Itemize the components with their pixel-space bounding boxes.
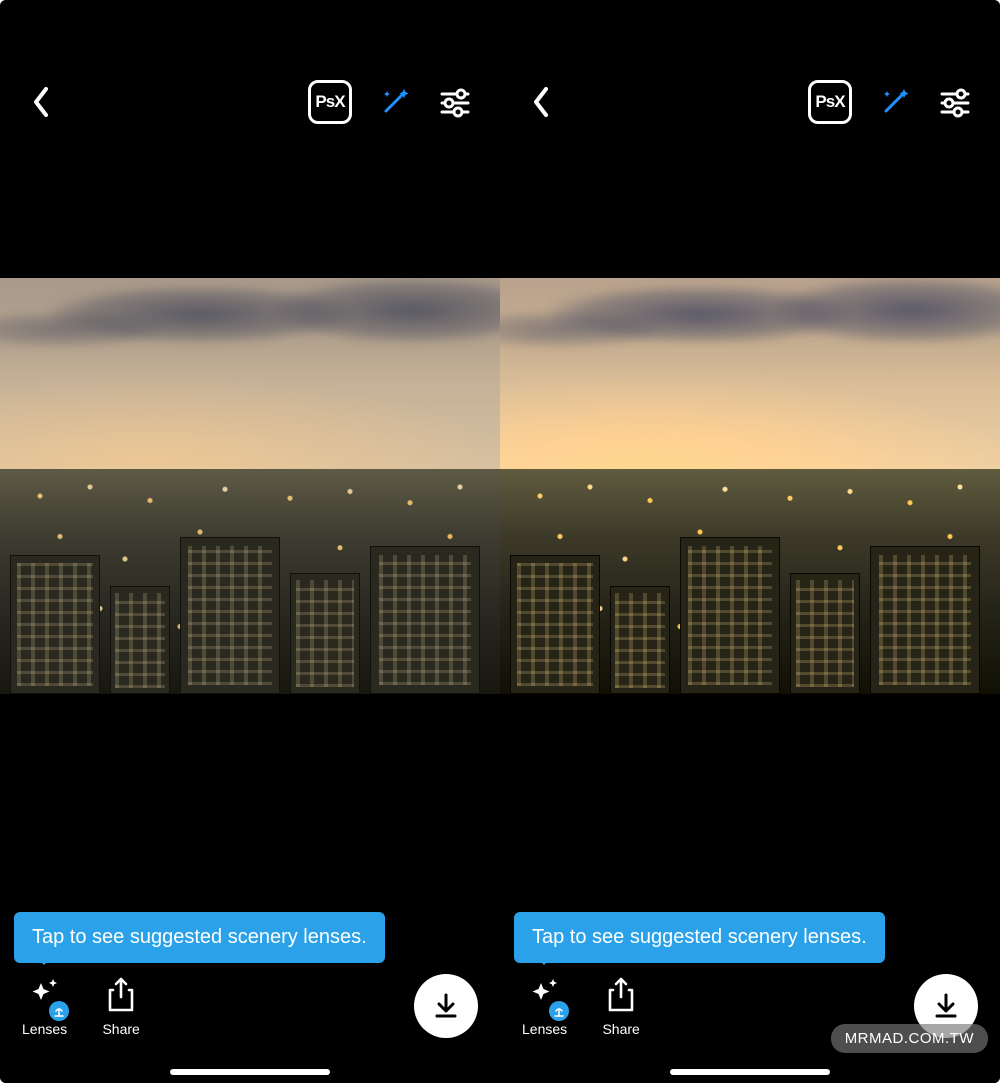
share-icon [105, 977, 137, 1013]
topbar: PsX [500, 70, 1000, 134]
topbar: PsX [0, 70, 500, 134]
photo-preview[interactable] [0, 278, 500, 694]
home-indicator[interactable] [170, 1069, 330, 1075]
tooltip-text: Tap to see suggested scenery lenses. [32, 926, 367, 948]
top-tools: PsX [308, 80, 472, 124]
bottom-bar: Lenses Share [0, 963, 500, 1049]
back-button[interactable] [528, 89, 554, 115]
scenery-badge-icon [49, 1001, 69, 1021]
psx-label: PsX [315, 92, 344, 112]
back-button[interactable] [28, 89, 54, 115]
tooltip-text: Tap to see suggested scenery lenses. [532, 926, 867, 948]
top-tools: PsX [808, 80, 972, 124]
scenery-badge-icon [549, 1001, 569, 1021]
sliders-icon[interactable] [438, 85, 472, 119]
share-icon [605, 977, 637, 1013]
sliders-icon[interactable] [938, 85, 972, 119]
download-button[interactable] [414, 974, 478, 1038]
lenses-button[interactable]: Lenses [22, 975, 67, 1037]
lenses-button[interactable]: Lenses [522, 975, 567, 1037]
suggestion-tooltip[interactable]: Tap to see suggested scenery lenses. [14, 912, 385, 963]
download-icon [932, 992, 960, 1020]
download-icon [432, 992, 460, 1020]
lenses-label: Lenses [522, 1021, 567, 1037]
share-label: Share [602, 1021, 639, 1037]
share-button[interactable]: Share [601, 975, 641, 1037]
magic-wand-icon[interactable] [878, 85, 912, 119]
share-label: Share [102, 1021, 139, 1037]
watermark-text: MRMAD.COM.TW [845, 1030, 974, 1047]
psx-badge-icon[interactable]: PsX [308, 80, 352, 124]
panel-left: PsX Tap to see suggested [0, 0, 500, 1083]
home-indicator[interactable] [670, 1069, 830, 1075]
photo-preview[interactable] [500, 278, 1000, 694]
panel-right: PsX Tap to see suggested [500, 0, 1000, 1083]
magic-wand-icon[interactable] [378, 85, 412, 119]
share-button[interactable]: Share [101, 975, 141, 1037]
psx-label: PsX [815, 92, 844, 112]
psx-badge-icon[interactable]: PsX [808, 80, 852, 124]
screenshot: PsX Tap to see suggested [0, 0, 1000, 1083]
suggestion-tooltip[interactable]: Tap to see suggested scenery lenses. [514, 912, 885, 963]
watermark: MRMAD.COM.TW [831, 1024, 988, 1053]
lenses-label: Lenses [22, 1021, 67, 1037]
